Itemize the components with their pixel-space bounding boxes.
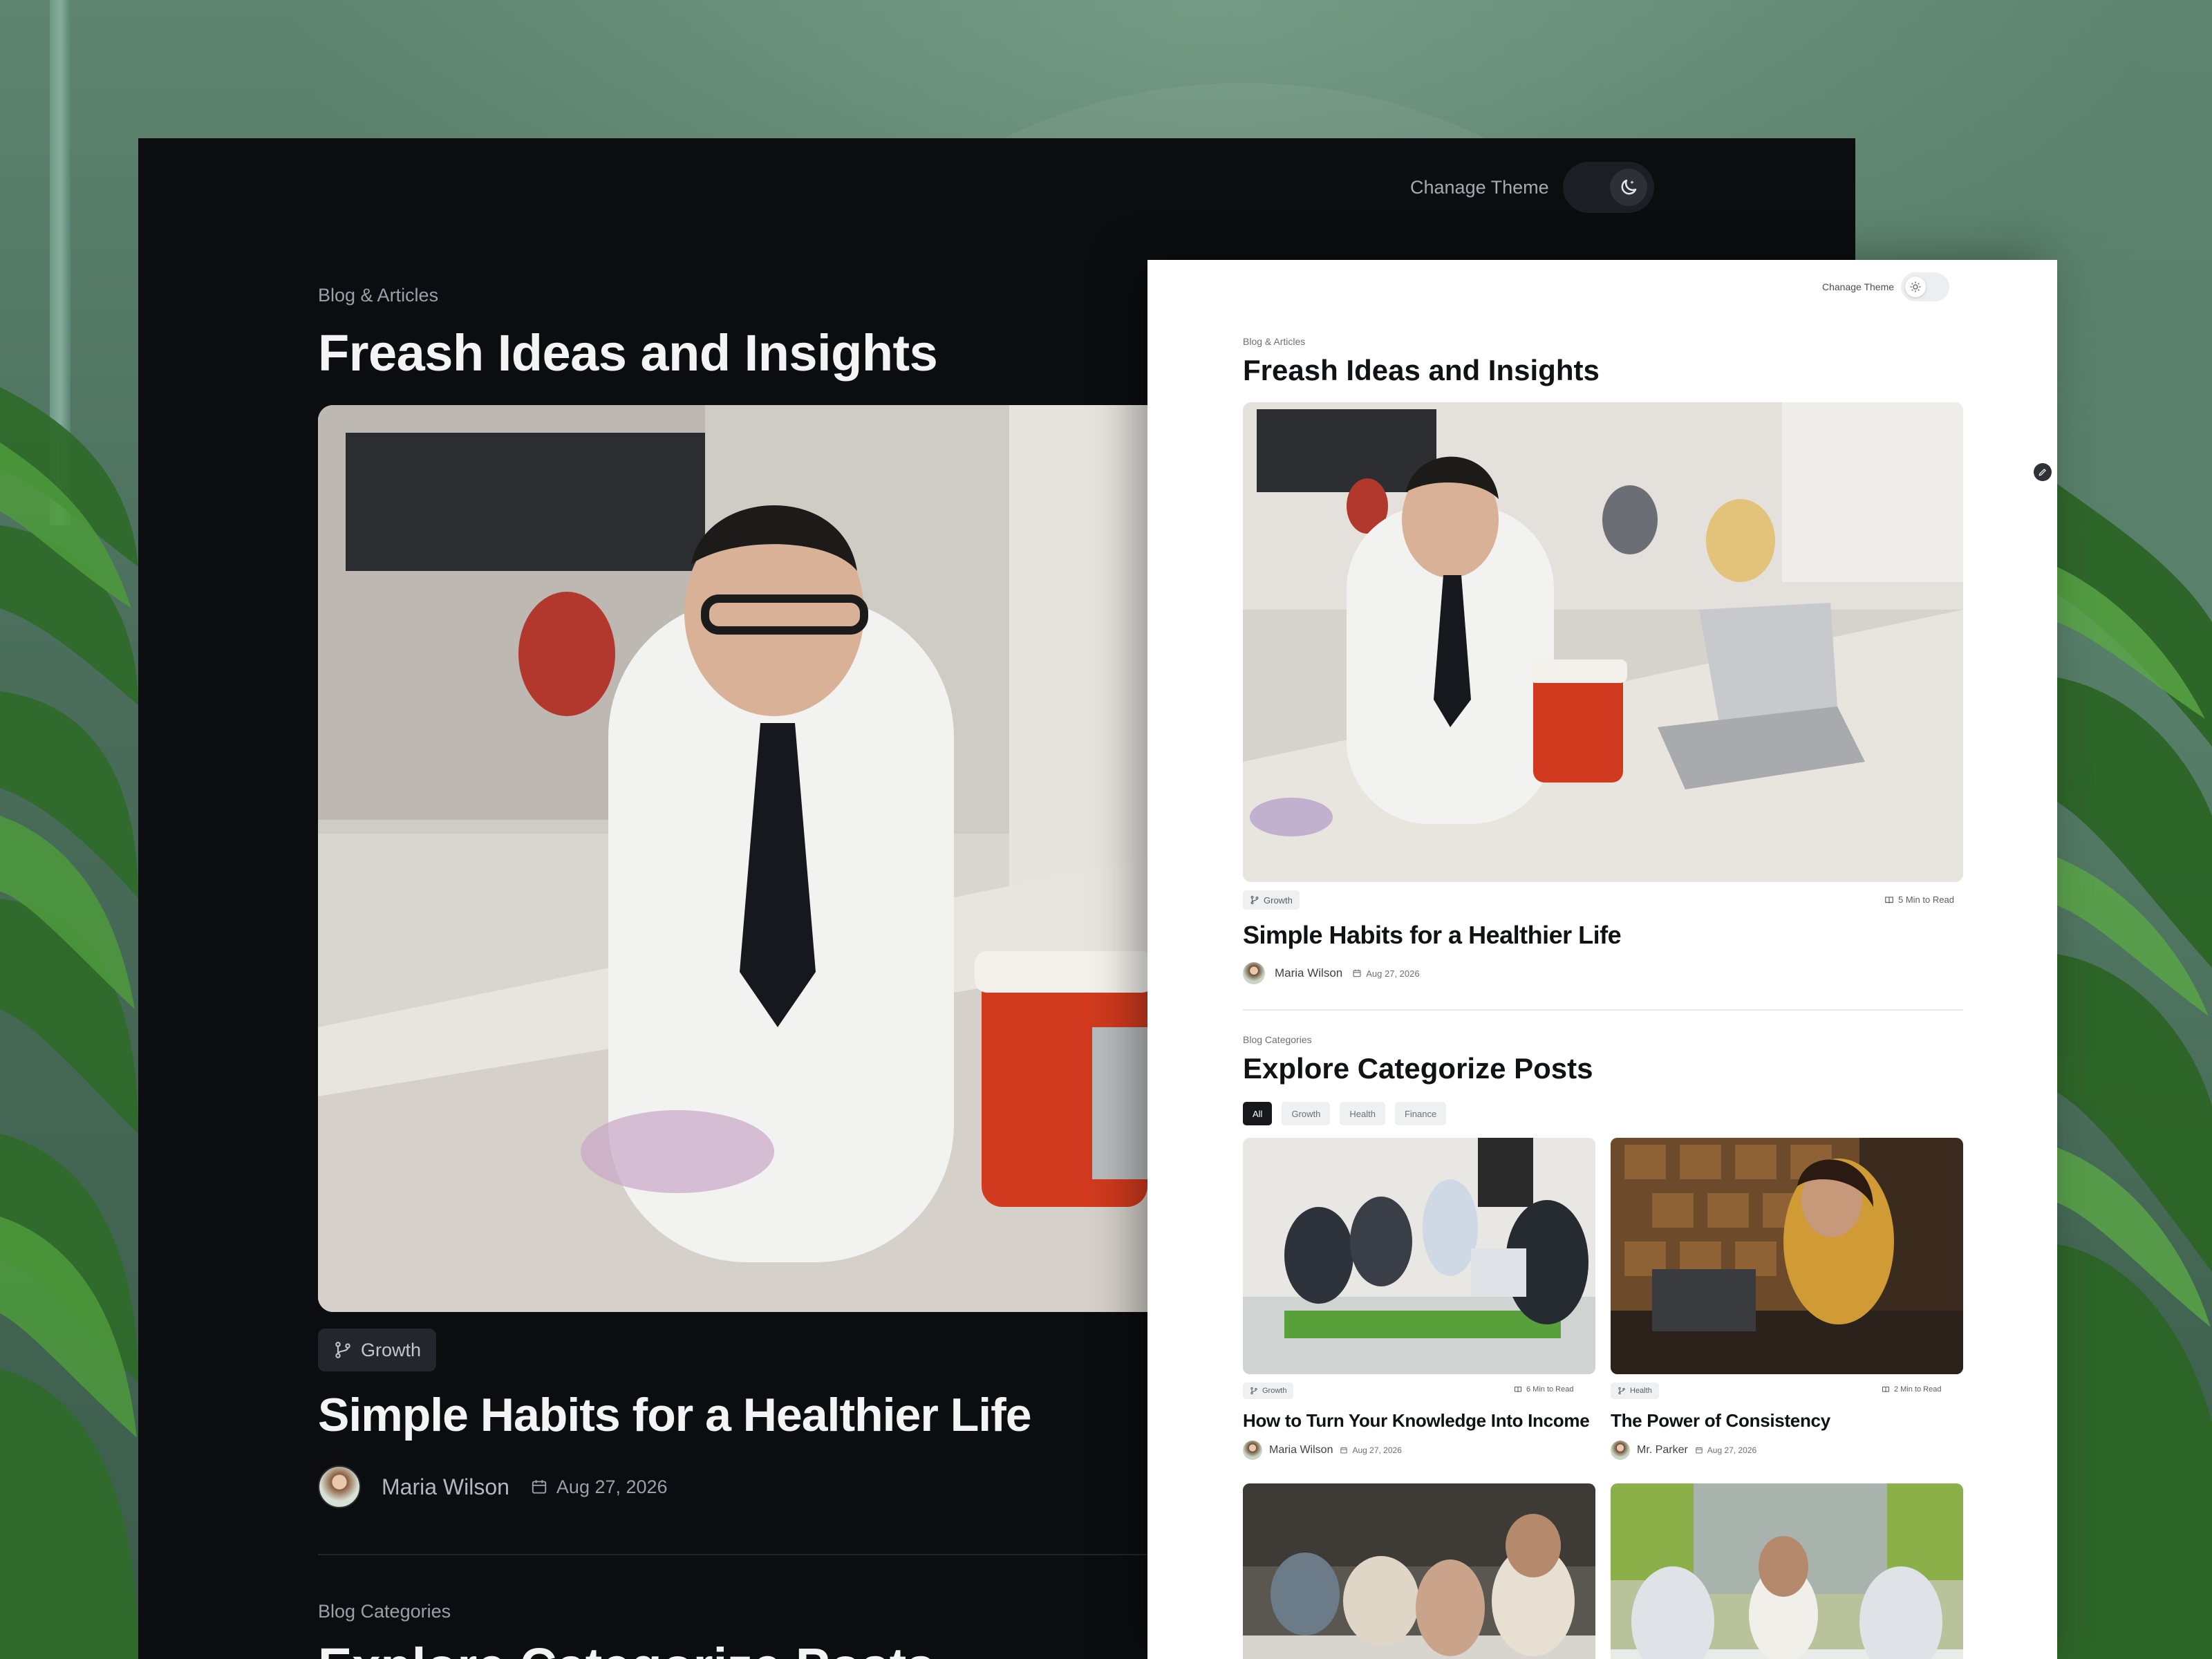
post-category-tag[interactable]: Growth (318, 1329, 437, 1371)
read-time: 6 Min to Read (1514, 1385, 1573, 1394)
post-meta: Maria Wilson Aug 27, 2026 (1243, 962, 1420, 984)
calendar-icon (1340, 1447, 1348, 1454)
post-category-tag[interactable]: Health (1611, 1382, 1659, 1399)
author-name[interactable]: Maria Wilson (1275, 966, 1342, 980)
featured-post-image[interactable] (1243, 402, 1963, 882)
author-avatar (1243, 1441, 1262, 1460)
post-meta: Maria Wilson Aug 27, 2026 (318, 1465, 668, 1508)
theme-toggle-label: Chanage Theme (1410, 176, 1549, 198)
read-time-label: 5 Min to Read (1898, 894, 1954, 905)
post-card-image[interactable] (1243, 1483, 1595, 1659)
post-date: Aug 27, 2026 (1695, 1445, 1756, 1455)
categories-eyebrow: Blog Categories (318, 1601, 451, 1622)
author-avatar (1243, 962, 1265, 984)
post-date: Aug 27, 2026 (530, 1477, 668, 1498)
light-theme-toggle: Chanage Theme (1822, 272, 1950, 301)
book-icon (1515, 1387, 1521, 1393)
post-card-image[interactable] (1611, 1483, 1963, 1659)
post-meta: Mr. Parker Aug 27, 2026 (1611, 1441, 1756, 1460)
post-meta: Maria Wilson Aug 27, 2026 (1243, 1441, 1402, 1460)
tag-label: Growth (1264, 894, 1293, 906)
theme-toggle-label: Chanage Theme (1822, 281, 1895, 292)
tag-label: Growth (1262, 1387, 1287, 1395)
filter-tab-health[interactable]: Health (1340, 1102, 1385, 1125)
sun-icon (1905, 276, 1927, 297)
edit-icon[interactable] (2034, 463, 2052, 481)
date-label: Aug 27, 2026 (1366, 968, 1420, 979)
date-label: Aug 27, 2026 (1707, 1445, 1757, 1455)
post-category-tag[interactable]: Growth (1243, 1382, 1294, 1399)
post-date: Aug 27, 2026 (1340, 1445, 1402, 1455)
categories-title: Explore Categorize Posts (318, 1637, 935, 1659)
read-time-label: 6 Min to Read (1526, 1385, 1574, 1394)
branch-icon (1250, 895, 1259, 905)
calendar-icon (1353, 969, 1361, 977)
date-label: Aug 27, 2026 (556, 1476, 668, 1497)
read-time: 5 Min to Read (1884, 894, 1954, 905)
page-title: Freash Ideas and Insights (318, 324, 938, 382)
author-avatar (1611, 1441, 1630, 1460)
book-icon (1882, 1387, 1889, 1393)
branch-icon (335, 1342, 350, 1358)
categories-title: Explore Categorize Posts (1243, 1052, 1593, 1085)
date-label: Aug 27, 2026 (1352, 1445, 1402, 1455)
theme-switch[interactable] (1901, 272, 1950, 301)
categories-eyebrow: Blog Categories (1243, 1034, 1312, 1045)
section-eyebrow: Blog & Articles (318, 285, 439, 306)
filter-tab-growth[interactable]: Growth (1282, 1102, 1331, 1125)
post-card-image[interactable] (1243, 1138, 1595, 1374)
post-card-image[interactable] (1611, 1138, 1963, 1374)
calendar-icon (532, 1480, 547, 1494)
author-name[interactable]: Mr. Parker (1637, 1444, 1688, 1456)
theme-switch[interactable] (1562, 162, 1654, 213)
section-eyebrow: Blog & Articles (1243, 336, 1306, 347)
section-divider (1243, 1009, 1963, 1011)
author-name[interactable]: Maria Wilson (382, 1474, 509, 1500)
book-icon (1885, 896, 1893, 903)
read-time-label: 2 Min to Read (1894, 1385, 1942, 1394)
post-category-tag[interactable]: Growth (1243, 890, 1300, 910)
filter-tab-finance[interactable]: Finance (1394, 1102, 1447, 1125)
tag-label: Health (1630, 1387, 1652, 1395)
branch-icon (1618, 1387, 1625, 1395)
post-card-title[interactable]: The Power of Consistency (1611, 1410, 1830, 1432)
category-filter-tabs: All Growth Health Finance (1243, 1102, 1447, 1125)
branch-icon (1250, 1387, 1257, 1395)
calendar-icon (1696, 1447, 1703, 1454)
post-card-title[interactable]: How to Turn Your Knowledge Into Income (1243, 1410, 1590, 1432)
tag-label: Growth (361, 1339, 422, 1360)
light-theme-blog-page: Chanage Theme Blog & Articles Freash Ide… (1147, 260, 2057, 1659)
featured-post-title[interactable]: Simple Habits for a Healthier Life (318, 1388, 1032, 1442)
filter-tab-all[interactable]: All (1243, 1102, 1273, 1125)
read-time: 2 Min to Read (1882, 1385, 1941, 1394)
post-date: Aug 27, 2026 (1352, 968, 1420, 979)
author-name[interactable]: Maria Wilson (1269, 1444, 1333, 1456)
dark-theme-toggle: Chanage Theme (1410, 162, 1654, 213)
page-title: Freash Ideas and Insights (1243, 354, 1600, 386)
moon-icon (1609, 169, 1647, 206)
featured-post-title[interactable]: Simple Habits for a Healthier Life (1243, 921, 1622, 950)
author-avatar (318, 1465, 361, 1508)
